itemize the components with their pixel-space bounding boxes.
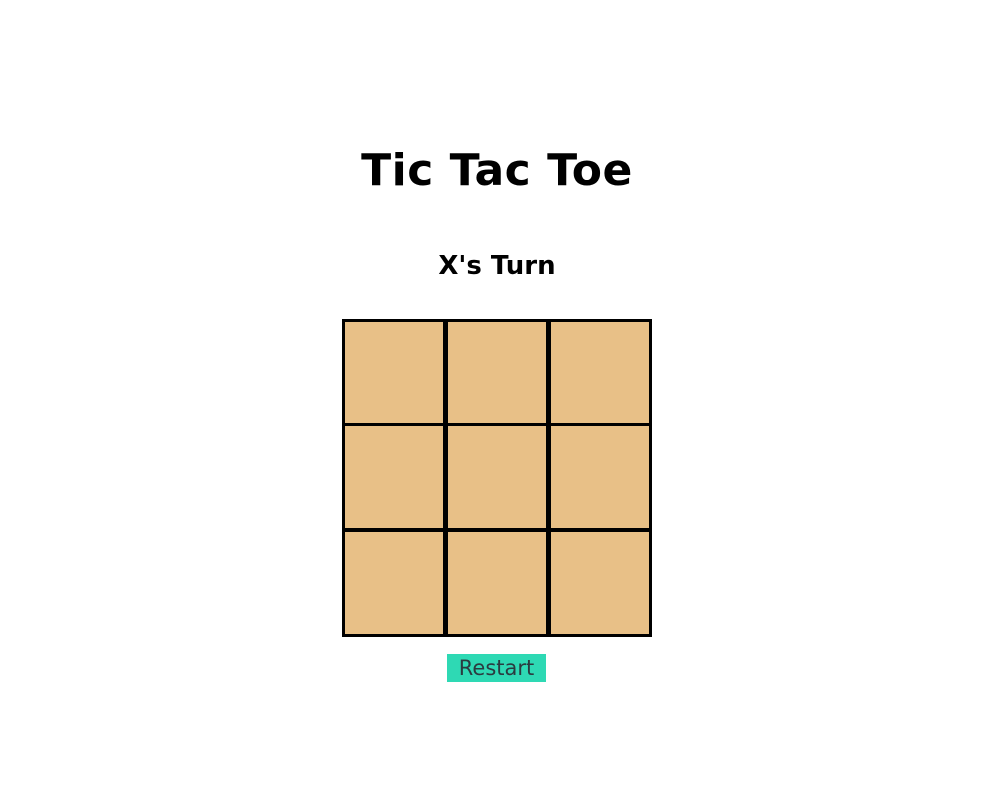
board-cell-r1-c1[interactable] [342, 319, 446, 427]
board-cell-r2-c1[interactable] [342, 423, 446, 531]
turn-indicator: X's Turn [438, 251, 556, 281]
restart-button[interactable]: Restart [447, 654, 546, 682]
page-title: Tic Tac Toe [361, 145, 633, 196]
board-cell-r3-c3[interactable] [548, 529, 652, 637]
board-cell-r3-c1[interactable] [342, 529, 446, 637]
game-board [342, 319, 652, 637]
board-cell-r2-c3[interactable] [548, 423, 652, 531]
board-cell-r1-c2[interactable] [445, 319, 549, 427]
tic-tac-toe-page: Tic Tac Toe X's Turn Restart [0, 0, 1000, 800]
board-cell-r2-c2[interactable] [445, 423, 549, 531]
board-cell-r1-c3[interactable] [548, 319, 652, 427]
board-cell-r3-c2[interactable] [445, 529, 549, 637]
